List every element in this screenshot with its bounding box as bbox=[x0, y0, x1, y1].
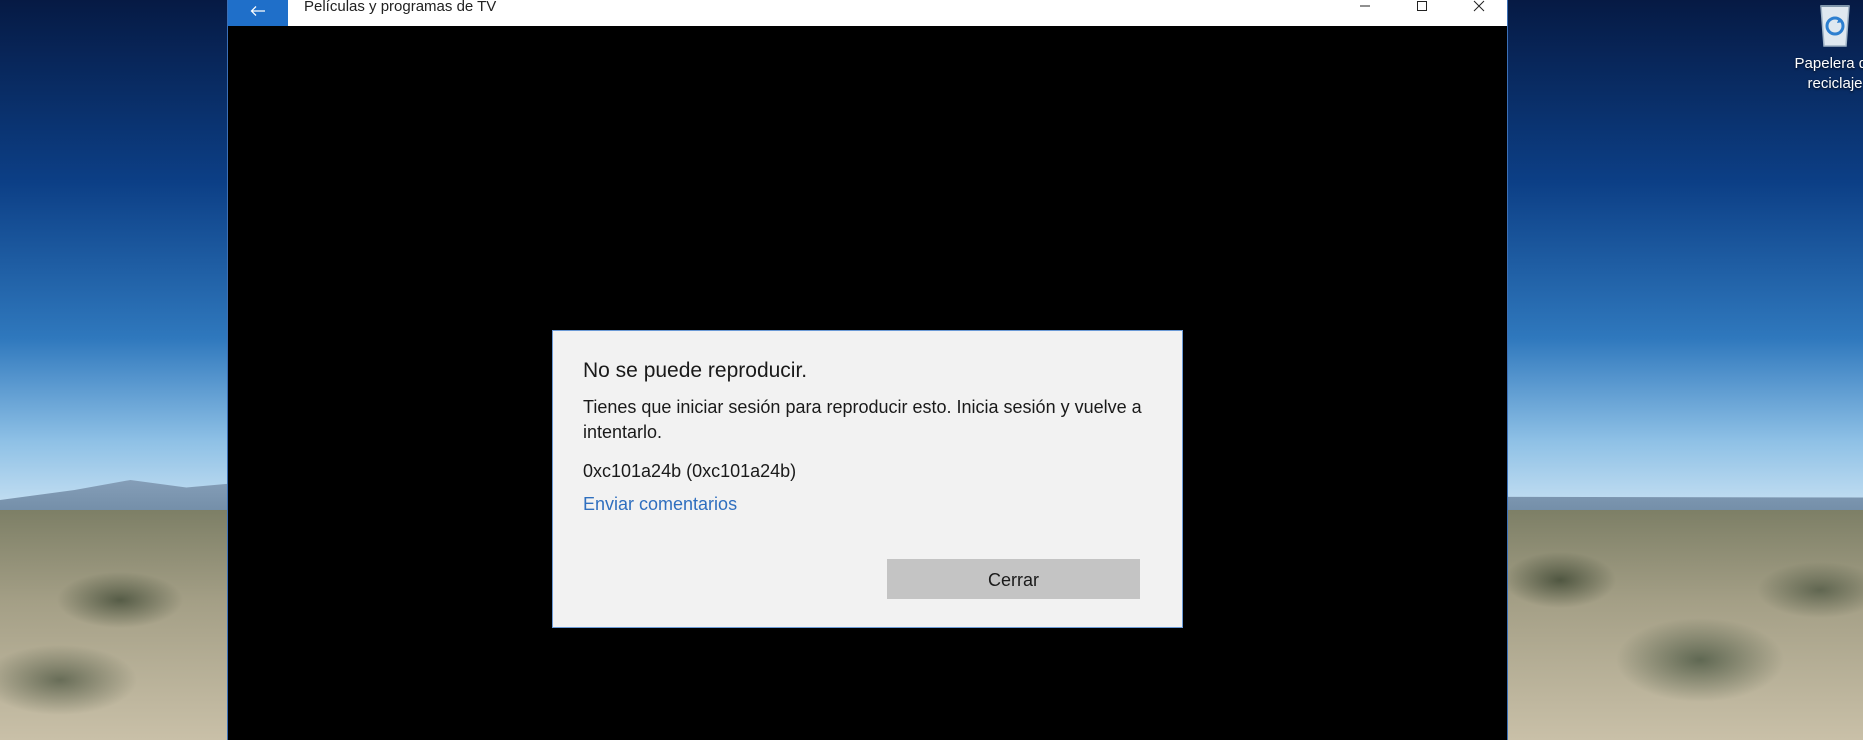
send-feedback-link[interactable]: Enviar comentarios bbox=[583, 492, 737, 517]
maximize-button[interactable] bbox=[1393, 0, 1450, 16]
minimize-button[interactable] bbox=[1336, 0, 1393, 16]
recycle-bin-shortcut[interactable]: Papelera de reciclaje bbox=[1780, 0, 1863, 94]
error-code: 0xc101a24b (0xc101a24b) bbox=[583, 461, 797, 481]
back-button[interactable] bbox=[228, 0, 288, 26]
maximize-icon bbox=[1416, 0, 1428, 17]
close-icon bbox=[1473, 0, 1485, 17]
dialog-title: No se puede reproducir. bbox=[583, 359, 808, 382]
titlebar: Películas y programas de TV bbox=[228, 0, 1507, 26]
window-title: Películas y programas de TV bbox=[304, 0, 497, 15]
desktop: Papelera de reciclaje Películas y progra… bbox=[0, 0, 1863, 740]
dialog-message: Tienes que iniciar sesión para reproduci… bbox=[583, 397, 1142, 442]
close-button[interactable] bbox=[1450, 0, 1507, 16]
recycle-bin-icon bbox=[1811, 0, 1859, 48]
arrow-left-icon bbox=[250, 4, 266, 22]
error-dialog: No se puede reproducir. Tienes que inici… bbox=[552, 330, 1183, 628]
minimize-icon bbox=[1359, 0, 1371, 17]
window-controls bbox=[1336, 0, 1507, 26]
recycle-bin-label: Papelera de reciclaje bbox=[1794, 55, 1863, 92]
movies-tv-window: Películas y programas de TV No se puede … bbox=[227, 0, 1508, 740]
close-dialog-button[interactable]: Cerrar bbox=[887, 559, 1140, 599]
